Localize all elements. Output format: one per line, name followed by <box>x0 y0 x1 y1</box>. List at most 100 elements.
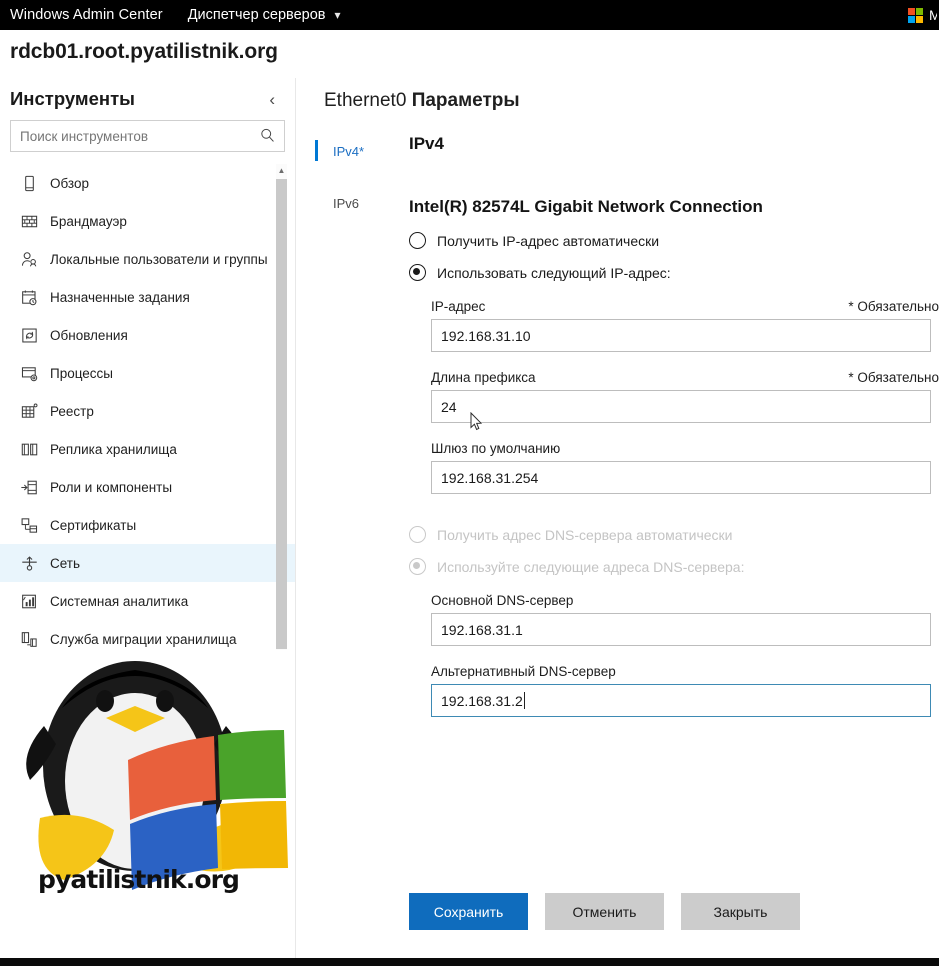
radio-dns-auto: Получить адрес DNS-сервера автоматически <box>409 526 939 543</box>
top-bar-right: M <box>908 0 939 30</box>
network-icon <box>22 555 37 571</box>
sidebar-item-label: Обновления <box>50 327 128 343</box>
sidebar-item-roles-features[interactable]: Роли и компоненты <box>0 468 295 506</box>
sidebar-item-scheduled-tasks[interactable]: Назначенные задания <box>0 278 295 316</box>
sidebar-item-label: Сертификаты <box>50 517 137 533</box>
dns-mode-group: Получить адрес DNS-сервера автоматически… <box>409 526 939 575</box>
panel-heading-suffix: Параметры <box>411 90 520 111</box>
sidebar-item-label: Локальные пользователи и группы <box>50 251 268 267</box>
certificates-icon <box>21 517 38 533</box>
field-header: Альтернативный DNS-сервер <box>431 664 939 679</box>
ip-address-input[interactable]: 192.168.31.10 <box>431 319 931 352</box>
system-insights-icon <box>22 594 36 608</box>
radio-ip-auto-label: Получить IP-адрес автоматически <box>437 232 660 249</box>
tools-search[interactable] <box>10 120 285 152</box>
tux-penguin-windows-logo-icon: pyatilistnik.org <box>26 661 288 894</box>
tab-ipv6[interactable]: IPv6 <box>310 188 396 218</box>
sidebar-item-updates[interactable]: Обновления <box>0 316 295 354</box>
radio-dns-manual: Используйте следующие адреса DNS-сервера… <box>409 558 939 575</box>
preferred-dns-input[interactable]: 192.168.31.1 <box>431 613 931 646</box>
page-title: rdcb01.root.pyatilistnik.org <box>10 40 278 63</box>
device-icon <box>25 175 34 191</box>
app-brand[interactable]: Windows Admin Center <box>10 7 163 23</box>
tools-heading: Инструменты <box>10 88 135 109</box>
prefix-length-input[interactable]: 24 <box>431 390 931 423</box>
windows-logo-icon <box>908 7 923 23</box>
site-watermark: pyatilistnik.org <box>2 638 294 958</box>
text-caret <box>523 692 525 709</box>
adapter-name: Ethernet0 <box>324 90 407 111</box>
top-bar: Windows Admin Center Диспетчер серверов … <box>0 0 939 30</box>
field-header: Основной DNS-сервер <box>431 593 939 608</box>
sidebar-item-network[interactable]: Сеть <box>0 544 295 582</box>
sidebar-item-storage-migration-service[interactable]: Служба миграции хранилища <box>0 620 295 656</box>
sidebar-item-certificates[interactable]: Сертификаты <box>0 506 295 544</box>
search-icon[interactable] <box>259 127 276 144</box>
radio-ip-auto[interactable]: Получить IP-адрес автоматически <box>409 232 939 249</box>
default-gateway-value: 192.168.31.254 <box>441 469 539 486</box>
tab-ipv4-label: IPv4* <box>333 143 365 159</box>
cancel-button[interactable]: Отменить <box>545 893 664 930</box>
action-buttons: Сохранить Отменить Закрыть <box>409 893 800 930</box>
collapse-sidebar-button[interactable]: ‹ <box>263 89 281 110</box>
sidebar-item-label: Обзор <box>50 175 89 191</box>
sidebar-item-system-insights[interactable]: Системная аналитика <box>0 582 295 620</box>
field-preferred-dns: Основной DNS-сервер 192.168.31.1 <box>409 593 939 646</box>
field-header: IP-адрес * Обязательно <box>431 299 939 314</box>
default-gateway-input[interactable]: 192.168.31.254 <box>431 461 931 494</box>
scroll-up-arrow-icon[interactable]: ▲ <box>276 164 287 177</box>
field-alternate-dns: Альтернативный DNS-сервер 192.168.31.2 <box>409 664 939 717</box>
sidebar-item-overview[interactable]: Обзор <box>0 164 295 202</box>
field-label: Основной DNS-сервер <box>431 593 574 608</box>
sidebar-item-label: Брандмауэр <box>50 213 127 229</box>
tab-ipv6-label: IPv6 <box>333 195 360 211</box>
close-button[interactable]: Закрыть <box>681 893 800 930</box>
alternate-dns-input[interactable]: 192.168.31.2 <box>431 684 931 717</box>
section-title: IPv4 <box>409 134 444 153</box>
registry-icon <box>21 403 38 418</box>
field-label: Альтернативный DNS-сервер <box>431 664 616 679</box>
tools-list[interactable]: Обзор Брандмауэр Локальные пользователи … <box>0 164 295 656</box>
save-button[interactable]: Сохранить <box>409 893 528 930</box>
sidebar-item-label: Процессы <box>50 365 114 381</box>
firewall-grid-icon <box>21 215 38 227</box>
sidebar-item-label: Сеть <box>50 555 81 571</box>
field-label: Длина префикса <box>431 370 536 385</box>
radio-button-selected-icon[interactable] <box>409 264 426 281</box>
users-icon <box>21 251 37 266</box>
field-header: Длина префикса * Обязательно <box>431 370 939 385</box>
sidebar-item-processes[interactable]: Процессы <box>0 354 295 392</box>
sidebar-item-storage-replica[interactable]: Реплика хранилища <box>0 430 295 468</box>
solution-name[interactable]: Диспетчер серверов <box>188 7 326 23</box>
required-marker: * Обязательно <box>848 370 939 385</box>
ipv4-form: IPv4 Intel(R) 82574L Gigabit Network Con… <box>409 134 939 717</box>
sidebar-item-firewall[interactable]: Брандмауэр <box>0 202 295 240</box>
sidebar-item-label: Назначенные задания <box>50 289 190 305</box>
storage-replica-icon <box>21 443 38 455</box>
ip-address-value: 192.168.31.10 <box>441 327 531 344</box>
radio-button-icon[interactable] <box>409 232 426 249</box>
tab-ipv4[interactable]: IPv4* <box>310 136 396 166</box>
field-ip-address: IP-адрес * Обязательно 192.168.31.10 <box>409 299 939 352</box>
sidebar-item-local-users-groups[interactable]: Локальные пользователи и группы <box>0 240 295 278</box>
svg-text:pyatilistnik.org: pyatilistnik.org <box>38 865 239 894</box>
roles-features-icon <box>21 480 37 494</box>
bottom-edge-bar <box>0 958 939 966</box>
alternate-dns-value: 192.168.31.2 <box>441 692 523 709</box>
protocol-tabs[interactable]: IPv4* IPv6 <box>310 136 396 218</box>
field-header: Шлюз по умолчанию <box>431 441 939 456</box>
field-label: Шлюз по умолчанию <box>431 441 561 456</box>
sidebar-item-registry[interactable]: Реестр <box>0 392 295 430</box>
user-label[interactable]: M <box>929 7 937 23</box>
prefix-length-value: 24 <box>441 398 457 415</box>
sidebar-scrollbar-thumb[interactable] <box>276 179 287 649</box>
sidebar-item-label: Роли и компоненты <box>50 479 173 495</box>
search-input[interactable] <box>11 121 284 151</box>
dns-fields: Основной DNS-сервер 192.168.31.1 Альтерн… <box>409 593 939 717</box>
tools-sidebar: Инструменты ‹ Обзор <box>0 78 296 966</box>
panel-heading: Ethernet0 Параметры <box>296 78 939 112</box>
scheduled-tasks-icon <box>22 289 37 305</box>
chevron-down-icon[interactable]: ▾ <box>334 9 340 21</box>
radio-ip-manual[interactable]: Использовать следующий IP-адрес: <box>409 264 939 281</box>
field-default-gateway: Шлюз по умолчанию 192.168.31.254 <box>409 441 939 494</box>
